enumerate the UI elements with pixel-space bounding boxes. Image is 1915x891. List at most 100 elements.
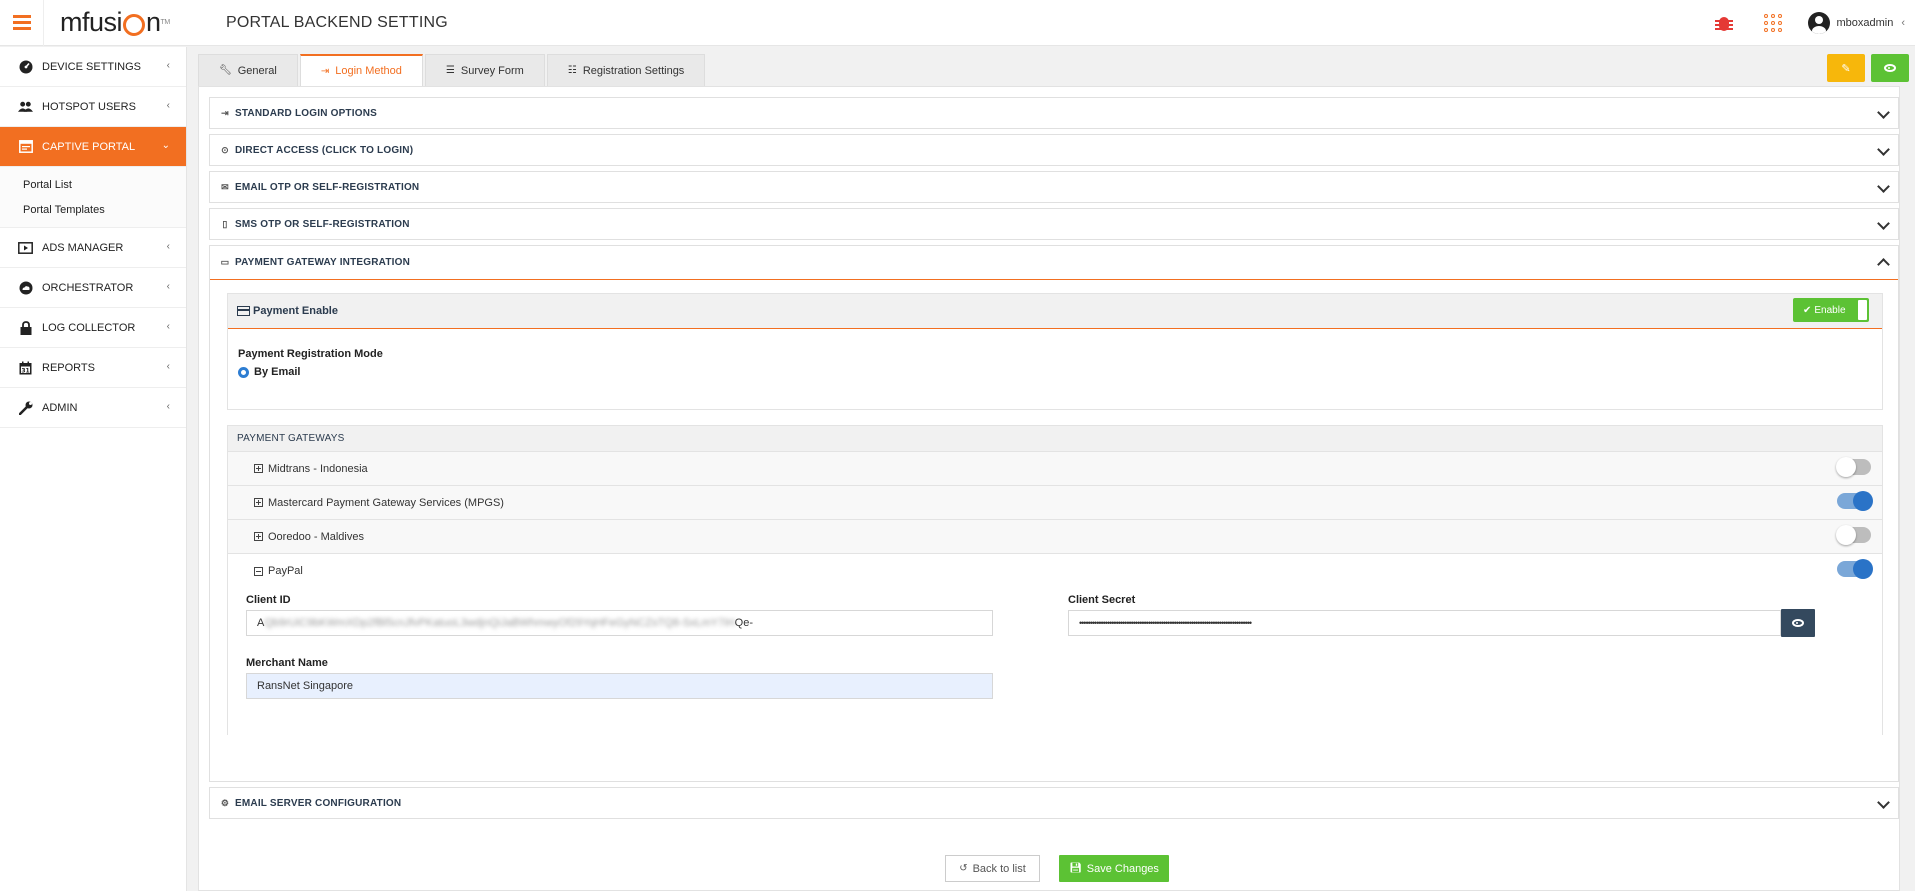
gateway-name: PayPal: [268, 565, 303, 577]
credit-card-icon: [237, 306, 250, 316]
chevron-left-icon: ‹: [166, 100, 170, 111]
edit-button[interactable]: ✎: [1827, 54, 1865, 82]
accordion-email-otp[interactable]: ✉ EMAIL OTP OR SELF-REGISTRATION: [209, 171, 1899, 203]
bug-report-icon[interactable]: [1714, 13, 1734, 33]
tachometer-icon: [18, 59, 33, 74]
sidebar-item-captive-portal[interactable]: CAPTIVE PORTAL ⌄: [0, 127, 186, 167]
accordion-standard-login[interactable]: ⇥ STANDARD LOGIN OPTIONS: [209, 97, 1899, 129]
brand-logo[interactable]: mfusi n TM: [44, 0, 194, 46]
sidebar-item-device-settings[interactable]: DEVICE SETTINGS ‹: [0, 47, 186, 87]
sidebar-item-hotspot-users[interactable]: HOTSPOT USERS ‹: [0, 87, 186, 127]
sidebar-item-log-collector[interactable]: LOG COLLECTOR ‹: [0, 308, 186, 348]
gateway-toggle-midtrans[interactable]: [1836, 457, 1871, 477]
sidebar-item-reports[interactable]: 31 REPORTS ‹: [0, 348, 186, 388]
expand-plus-icon[interactable]: [254, 498, 263, 507]
browser-window-icon: [18, 139, 33, 154]
show-secret-button[interactable]: [1781, 609, 1815, 637]
gateway-name: Ooredoo - Maldives: [268, 530, 364, 543]
lock-icon: [18, 320, 33, 335]
section-title: PAYMENT GATEWAY INTEGRATION: [235, 257, 411, 268]
sidebar-subitem-portal-list[interactable]: Portal List: [0, 173, 186, 198]
payment-enable-header: Payment Enable ✔ Enable: [228, 294, 1882, 329]
tab-survey-form[interactable]: ☰ Survey Form: [424, 54, 545, 86]
logo-trademark: TM: [160, 19, 171, 26]
merchant-name-label: Merchant Name: [246, 657, 328, 669]
menu-toggle-icon[interactable]: [0, 0, 44, 46]
tab-label: Login Method: [335, 65, 402, 77]
logo-o-mark: [123, 13, 146, 36]
section-title: EMAIL SERVER CONFIGURATION: [235, 797, 402, 809]
svg-text:31: 31: [21, 367, 29, 374]
circle-dot-icon: ⊙: [221, 144, 229, 155]
enable-label: Enable: [1814, 304, 1846, 316]
sidebar-item-label: ADS MANAGER: [42, 241, 124, 254]
accordion-email-server[interactable]: ⚙ EMAIL SERVER CONFIGURATION: [209, 787, 1899, 819]
sidebar-item-label: HOTSPOT USERS: [42, 100, 136, 113]
paypal-config-form: Client ID AQb9rUiC9bKWmXDp2fBl5cnJfvPKat…: [228, 588, 1882, 738]
chevron-down-icon: [1877, 106, 1890, 119]
tab-general[interactable]: 🔧︎ General: [198, 54, 298, 86]
chevron-left-icon[interactable]: ‹: [1901, 17, 1905, 29]
accordion-direct-access[interactable]: ⊙ DIRECT ACCESS (CLICK TO LOGIN): [209, 134, 1899, 166]
eye-icon: [1884, 64, 1896, 72]
expand-plus-icon[interactable]: [254, 532, 263, 541]
sidebar-item-label: REPORTS: [42, 361, 95, 374]
tab-label: General: [237, 64, 277, 77]
section-title: DIRECT ACCESS (CLICK TO LOGIN): [235, 144, 414, 156]
sliders-icon: ☷: [567, 65, 577, 76]
floppy-disk-icon: 💾︎: [1069, 863, 1082, 874]
expand-plus-icon[interactable]: [254, 464, 263, 473]
gateway-toggle-ooredoo[interactable]: [1836, 525, 1871, 545]
check-icon: ✔: [1803, 304, 1812, 316]
sidebar-subitem-portal-templates[interactable]: Portal Templates: [0, 198, 186, 223]
accordion-payment-gateway[interactable]: ▭ PAYMENT GATEWAY INTEGRATION: [209, 245, 1899, 280]
cloud-icon: [18, 280, 33, 295]
undo-icon: ↺: [959, 863, 968, 874]
merchant-name-field[interactable]: RansNet Singapore: [246, 673, 993, 699]
gateway-row-ooredoo[interactable]: Ooredoo - Maldives: [228, 520, 1882, 554]
sidebar-item-admin[interactable]: ADMIN ‹: [0, 388, 186, 428]
sign-in-icon: ⇥: [221, 107, 229, 118]
gateway-toggle-paypal[interactable]: [1837, 559, 1873, 579]
edit-icon: ✎: [1841, 62, 1851, 75]
wrench-icon: 🔧︎: [219, 65, 232, 76]
accordion-sms-otp[interactable]: ▯ SMS OTP OR SELF-REGISTRATION: [209, 208, 1899, 240]
sidebar-item-orchestrator[interactable]: ORCHESTRATOR ‹: [0, 268, 186, 308]
sidebar: DEVICE SETTINGS ‹ HOTSPOT USERS ‹ CAPTIV…: [0, 47, 187, 891]
save-changes-button[interactable]: 💾︎ Save Changes: [1059, 855, 1169, 882]
credit-card-icon: ▭: [220, 257, 230, 267]
main-panel: ⇥ STANDARD LOGIN OPTIONS ⊙ DIRECT ACCESS…: [198, 86, 1900, 891]
apps-grid-icon[interactable]: [1764, 14, 1783, 32]
client-secret-label: Client Secret: [1068, 594, 1136, 606]
username[interactable]: mboxadmin: [1836, 17, 1893, 29]
users-icon: [18, 99, 33, 114]
chevron-left-icon: ‹: [166, 60, 170, 71]
gateway-row-mpgs[interactable]: Mastercard Payment Gateway Services (MPG…: [228, 486, 1882, 520]
sidebar-item-ads-manager[interactable]: ADS MANAGER ‹: [0, 228, 186, 268]
section-title: EMAIL OTP OR SELF-REGISTRATION: [235, 181, 420, 193]
client-id-field[interactable]: AQb9rUiC9bKWmXDp2fBl5cnJfvPKatuoL3wdjnQi…: [246, 610, 993, 636]
gateway-row-paypal[interactable]: PayPal: [228, 554, 1882, 588]
payment-mode-by-email-radio[interactable]: By Email: [238, 366, 300, 378]
gateway-toggle-mpgs[interactable]: [1837, 491, 1873, 511]
top-bar: mfusi n TM PORTAL BACKEND SETTING mboxadmi…: [0, 0, 1915, 46]
sidebar-item-label: ORCHESTRATOR: [42, 281, 134, 294]
play-screen-icon: [18, 240, 33, 255]
chevron-left-icon: ‹: [166, 321, 170, 332]
page-title: PORTAL BACKEND SETTING: [226, 13, 448, 31]
tab-login-method[interactable]: ⇥ Login Method: [299, 54, 423, 86]
chevron-down-icon: [1877, 217, 1890, 230]
tab-label: Survey Form: [460, 64, 524, 77]
client-secret-field[interactable]: ••••••••••••••••••••••••••••••••••••••••…: [1068, 610, 1781, 636]
settings-tabs: 🔧︎ General ⇥ Login Method ☰ Survey Form …: [198, 54, 707, 86]
section-title: SMS OTP OR SELF-REGISTRATION: [235, 218, 410, 230]
back-to-list-button[interactable]: ↺ Back to list: [945, 855, 1040, 882]
collapse-minus-icon[interactable]: [254, 566, 263, 576]
gateway-row-midtrans[interactable]: Midtrans - Indonesia: [228, 452, 1882, 486]
user-avatar-icon[interactable]: [1808, 12, 1831, 34]
tab-label: Registration Settings: [582, 64, 685, 77]
tab-registration-settings[interactable]: ☷ Registration Settings: [546, 54, 706, 86]
payment-enable-toggle[interactable]: ✔ Enable: [1793, 298, 1869, 322]
preview-button[interactable]: [1871, 54, 1909, 82]
section-title: STANDARD LOGIN OPTIONS: [235, 107, 377, 119]
